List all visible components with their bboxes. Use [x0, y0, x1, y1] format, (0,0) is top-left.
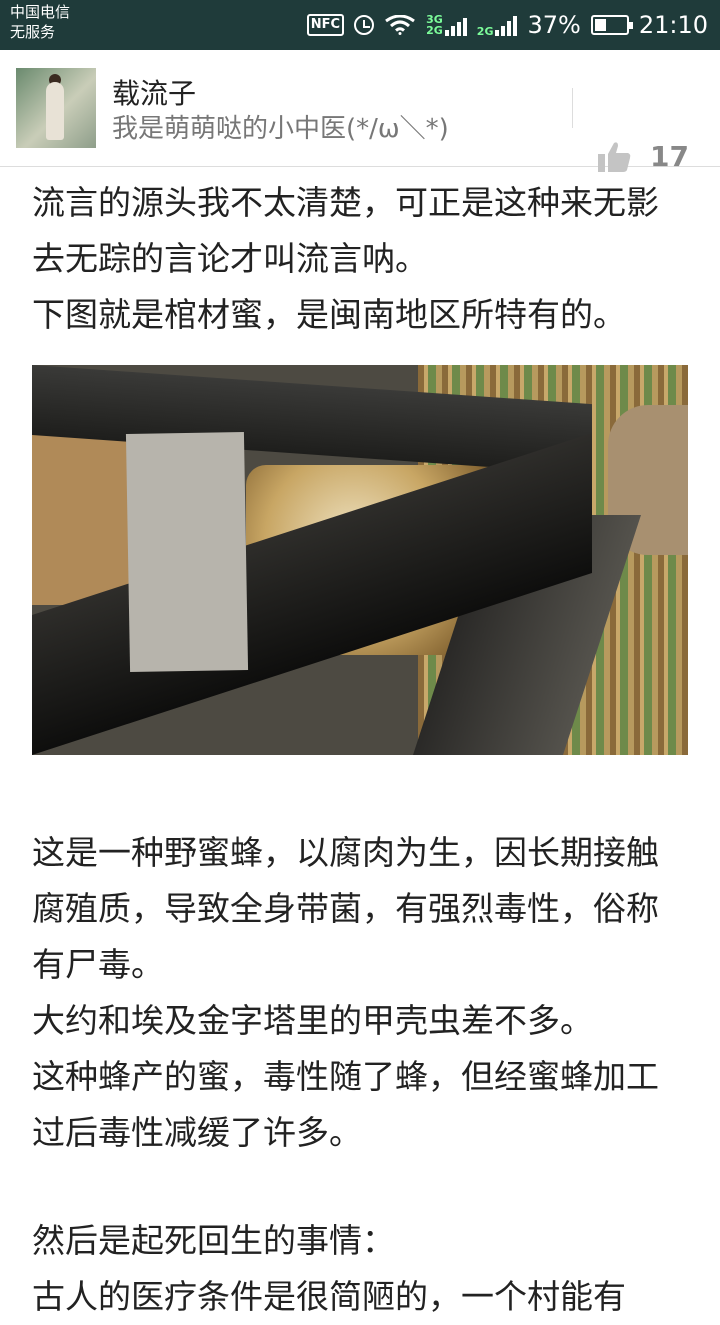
like-count[interactable]: 17	[650, 140, 689, 173]
paragraph: 流言的源头我不太清楚，可正是这种来无影去无踪的言论才叫流言呐。	[32, 183, 659, 278]
status-bar: 中国电信 无服务 NFC 3G 2G 2G 37% 21:10	[0, 0, 720, 50]
clock: 21:10	[638, 11, 708, 39]
nfc-icon: NFC	[306, 14, 345, 36]
user-signature: 我是萌萌哒的小中医(*/ω＼*)	[112, 114, 449, 144]
battery-icon	[590, 15, 633, 35]
paragraph: 古人的医疗条件是很简陋的，一个村能有	[32, 1277, 626, 1316]
network-2g-label: 2G	[426, 24, 443, 37]
coffin-honey-photo[interactable]	[32, 365, 688, 755]
battery-percent: 37%	[527, 11, 581, 39]
alarm-icon	[354, 15, 375, 35]
signal-icon-2	[495, 14, 518, 36]
wifi-icon	[385, 15, 415, 35]
paragraph: 这是一种野蜜蜂，以腐肉为生，因长期接触腐殖质，导致全身带菌，有强烈毒性，俗称有尸…	[32, 833, 659, 984]
paragraph: 然后是起死回生的事情：	[32, 1221, 395, 1260]
paragraph: 大约和埃及金字塔里的甲壳虫差不多。	[32, 1001, 593, 1040]
carrier-info: 中国电信 无服务	[10, 2, 70, 42]
paragraph: 这种蜂产的蜜，毒性随了蜂，但经蜜蜂加工过后毒性减缓了许多。	[32, 1057, 659, 1152]
signal-icon-1	[444, 14, 467, 36]
avatar[interactable]	[16, 68, 96, 148]
thumbs-up-icon[interactable]	[596, 140, 632, 174]
network-2g-label-2: 2G	[476, 24, 494, 38]
post-header: 载流子 我是萌萌哒的小中医(*/ω＼*) 17	[0, 50, 720, 173]
carrier-name: 中国电信	[10, 3, 71, 21]
post-content: 流言的源头我不太清楚，可正是这种来无影去无踪的言论才叫流言呐。 下图就是棺材蜜，…	[0, 167, 720, 1325]
header-divider	[572, 88, 573, 128]
service-status: 无服务	[10, 23, 56, 41]
paragraph: 下图就是棺材蜜，是闽南地区所特有的。	[32, 295, 626, 334]
username[interactable]: 载流子	[112, 72, 196, 112]
